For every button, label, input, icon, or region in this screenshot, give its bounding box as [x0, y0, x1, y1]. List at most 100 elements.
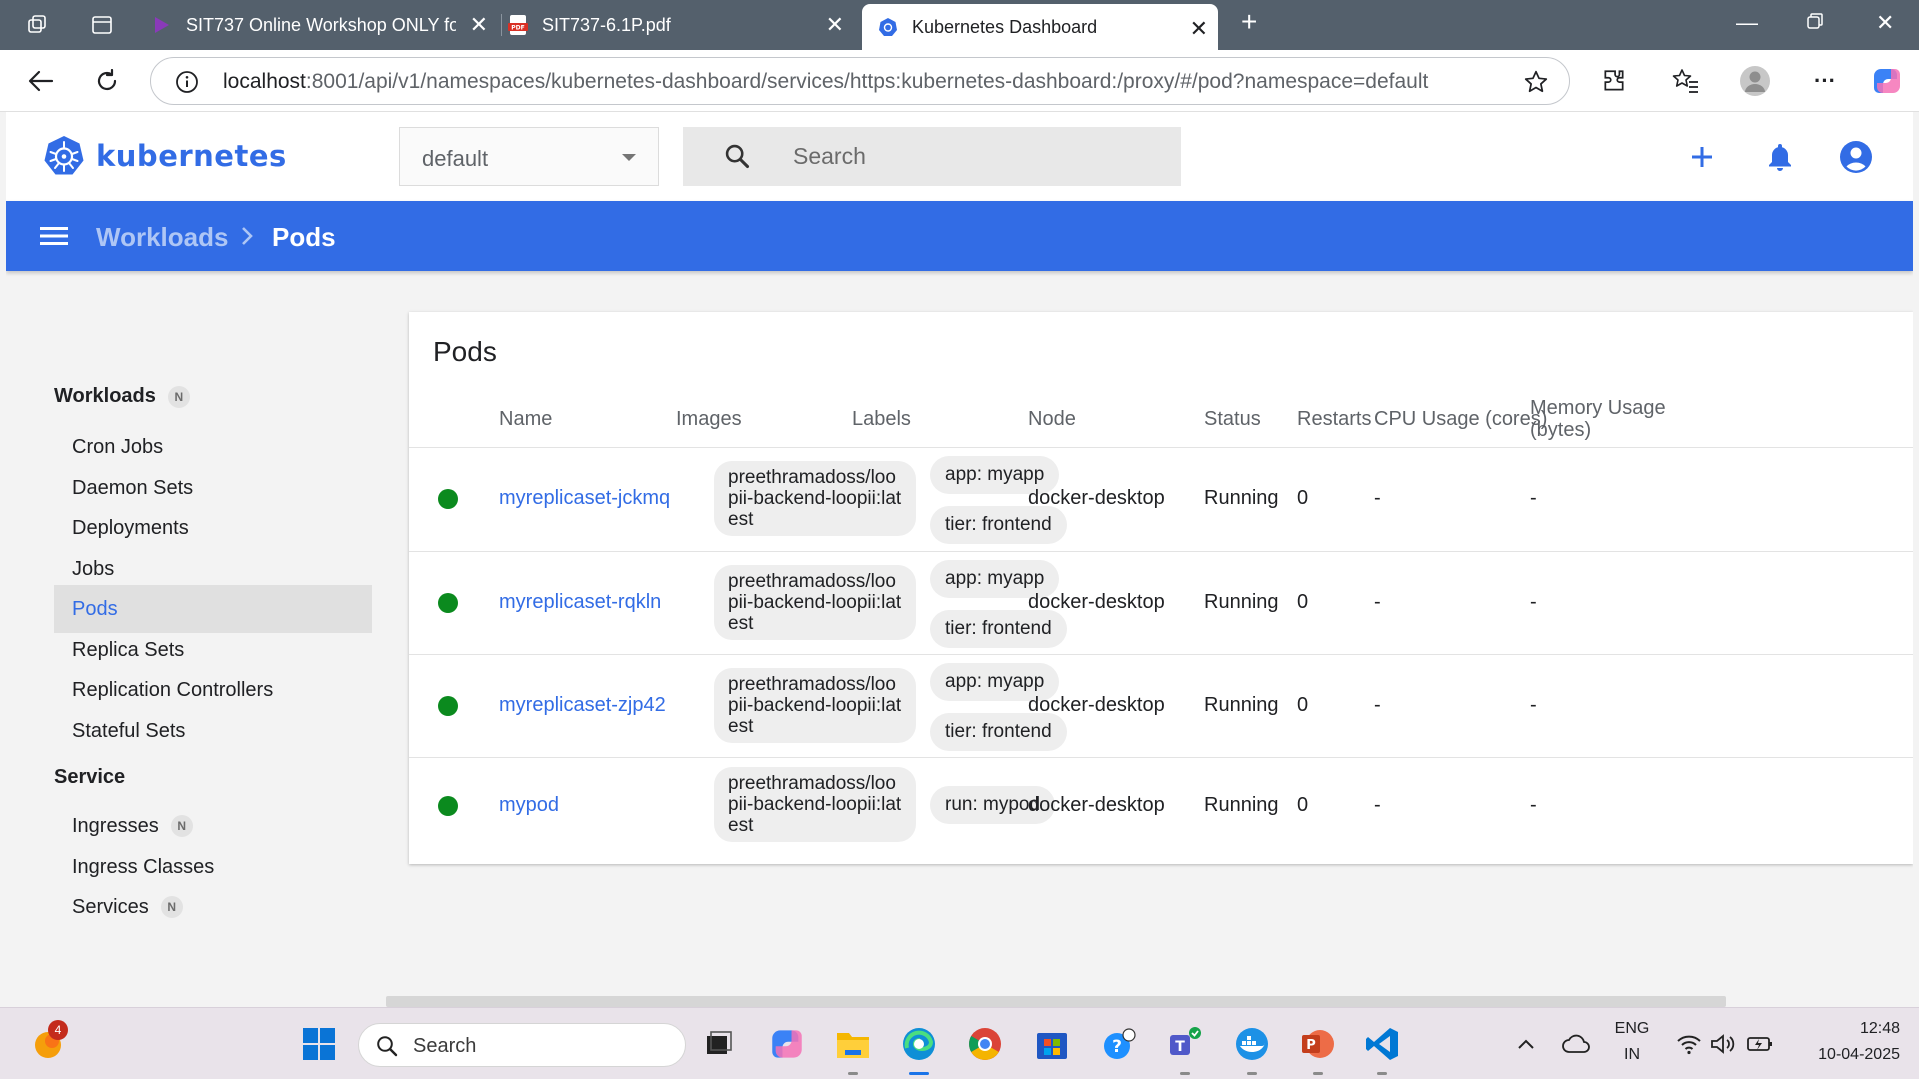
restarts-cell: 0 — [1297, 694, 1309, 716]
cpu-cell: - — [1374, 694, 1381, 716]
pod-name-link[interactable]: myreplicaset-zjp42 — [499, 694, 666, 717]
kubernetes-icon — [44, 136, 84, 175]
column-header-memory-line1: Memory Usage — [1530, 397, 1666, 419]
powerpoint-icon[interactable]: P — [1299, 1025, 1337, 1063]
address-bar-row: localhost:8001/api/v1/namespaces/kuberne… — [0, 50, 1919, 112]
language-code[interactable]: ENG — [1611, 1020, 1653, 1038]
copilot-app-icon[interactable] — [768, 1025, 806, 1063]
favorite-star-icon[interactable] — [1523, 69, 1549, 100]
new-tab-icon[interactable]: + — [1241, 6, 1257, 38]
close-tab-icon[interactable]: ✕ — [470, 12, 488, 38]
back-icon[interactable] — [24, 64, 58, 98]
label-chip: tier: frontend — [930, 506, 1067, 544]
column-header-name[interactable]: Name — [499, 408, 552, 431]
workspaces-icon[interactable] — [24, 11, 52, 39]
table-row: myreplicaset-rqkln preethramadoss/loopii… — [409, 552, 1913, 655]
quick-assist-icon[interactable]: ? — [1100, 1025, 1138, 1063]
account-icon[interactable] — [1838, 139, 1874, 175]
task-view-icon[interactable] — [700, 1025, 738, 1063]
file-explorer-icon[interactable] — [834, 1025, 872, 1063]
nav-section-service[interactable]: Service — [54, 766, 125, 789]
breadcrumb-workloads[interactable]: Workloads — [96, 222, 228, 253]
reload-icon[interactable] — [90, 64, 124, 98]
side-navigation: Workloads N Cron Jobs Daemon Sets Deploy… — [6, 271, 386, 1007]
node-cell[interactable]: docker-desktop — [1028, 591, 1165, 614]
search-icon — [723, 142, 751, 175]
kubernetes-logo[interactable]: kubernetes — [42, 134, 287, 178]
browser-tab-strip: SIT737 Online Workshop ONLY fo ✕ PDF SIT… — [0, 0, 1919, 50]
running-indicator — [1313, 1072, 1323, 1075]
pods-card: Pods Name Images Labels Node Status Rest… — [409, 312, 1913, 864]
clock-time[interactable]: 12:48 — [1790, 1020, 1900, 1038]
search-bar — [683, 127, 1181, 186]
restore-icon[interactable] — [1806, 10, 1824, 36]
edge-browser-icon[interactable] — [900, 1025, 938, 1063]
volume-icon[interactable] — [1704, 1025, 1742, 1063]
onedrive-cloud-icon[interactable] — [1557, 1025, 1595, 1063]
tab-title: SIT737-6.1P.pdf — [542, 14, 671, 35]
url-text[interactable]: localhost:8001/api/v1/namespaces/kuberne… — [223, 70, 1428, 94]
profile-avatar-icon[interactable] — [1738, 64, 1772, 98]
menu-icon[interactable] — [40, 225, 68, 252]
image-chip: preethramadoss/loopii-backend-loopii:lat… — [714, 461, 916, 536]
restarts-cell: 0 — [1297, 487, 1309, 509]
microsoft-store-icon[interactable] — [1033, 1025, 1071, 1063]
streams-icon — [152, 15, 172, 35]
svg-text:PDF: PDF — [511, 25, 524, 32]
minimize-icon[interactable]: — — [1736, 10, 1758, 36]
close-tab-icon[interactable]: ✕ — [826, 12, 844, 38]
battery-charging-icon[interactable] — [1741, 1025, 1779, 1063]
site-info-icon[interactable] — [175, 70, 199, 99]
vscode-icon[interactable] — [1363, 1025, 1401, 1063]
horizontal-scrollbar[interactable] — [386, 996, 1726, 1007]
search-input[interactable] — [793, 141, 1153, 171]
tab-title: Kubernetes Dashboard — [912, 16, 1098, 37]
cpu-cell: - — [1374, 591, 1381, 613]
clock-date[interactable]: 10-04-2025 — [1790, 1046, 1900, 1064]
close-tab-icon[interactable]: ✕ — [1190, 16, 1208, 42]
column-header-labels: Labels — [852, 408, 911, 430]
node-cell[interactable]: docker-desktop — [1028, 794, 1165, 817]
extensions-icon[interactable] — [1597, 64, 1631, 98]
chevron-up-icon[interactable] — [1507, 1025, 1545, 1063]
nav-section-workloads[interactable]: Workloads N — [54, 385, 190, 408]
taskbar-search[interactable]: Search — [358, 1023, 686, 1067]
url-host: localhost — [223, 70, 306, 93]
browser-tab-workshop[interactable]: SIT737 Online Workshop ONLY fo ✕ — [152, 0, 498, 50]
sidebar-item-services[interactable]: Services N — [54, 883, 372, 931]
column-header-restarts[interactable]: Restarts — [1297, 408, 1371, 431]
node-cell[interactable]: docker-desktop — [1028, 694, 1165, 717]
notifications-bell-icon[interactable] — [1762, 139, 1798, 175]
docker-icon[interactable] — [1233, 1025, 1271, 1063]
copilot-icon[interactable] — [1870, 64, 1904, 98]
windows-start-icon[interactable] — [300, 1025, 338, 1063]
chrome-icon[interactable] — [966, 1025, 1004, 1063]
address-bar[interactable]: localhost:8001/api/v1/namespaces/kuberne… — [150, 57, 1570, 105]
sidebar-item-stateful-sets[interactable]: Stateful Sets — [54, 707, 372, 755]
section-title: Workloads — [54, 385, 156, 407]
browser-tab-pdf[interactable]: PDF SIT737-6.1P.pdf ✕ — [508, 0, 854, 50]
favorites-icon[interactable] — [1669, 64, 1703, 98]
logo-text: kubernetes — [96, 139, 287, 173]
wifi-icon[interactable] — [1670, 1025, 1708, 1063]
namespace-selector[interactable]: default — [399, 127, 659, 186]
more-options-icon[interactable]: ··· — [1808, 64, 1842, 98]
taskbar-search-label: Search — [413, 1035, 477, 1057]
node-cell[interactable]: docker-desktop — [1028, 487, 1165, 510]
pod-name-link[interactable]: mypod — [499, 794, 559, 817]
pod-name-link[interactable]: myreplicaset-jckmq — [499, 487, 670, 510]
column-header-cpu[interactable]: CPU Usage (cores) — [1374, 408, 1547, 431]
language-region[interactable]: IN — [1611, 1046, 1653, 1064]
pod-name-link[interactable]: myreplicaset-rqkln — [499, 591, 661, 614]
running-status-icon — [438, 489, 458, 509]
browser-tab-kubernetes[interactable]: Kubernetes Dashboard ✕ — [862, 4, 1218, 50]
tab-actions-icon[interactable] — [88, 11, 116, 39]
label-chip: tier: frontend — [930, 610, 1067, 648]
column-header-images: Images — [676, 408, 742, 430]
teams-icon[interactable]: T — [1166, 1025, 1204, 1063]
status-cell: Running — [1204, 487, 1279, 509]
create-resource-icon[interactable] — [1684, 139, 1720, 175]
column-header-memory[interactable]: Memory Usage (bytes) — [1530, 397, 1666, 441]
close-window-icon[interactable]: ✕ — [1876, 10, 1894, 36]
running-indicator — [1247, 1072, 1257, 1075]
